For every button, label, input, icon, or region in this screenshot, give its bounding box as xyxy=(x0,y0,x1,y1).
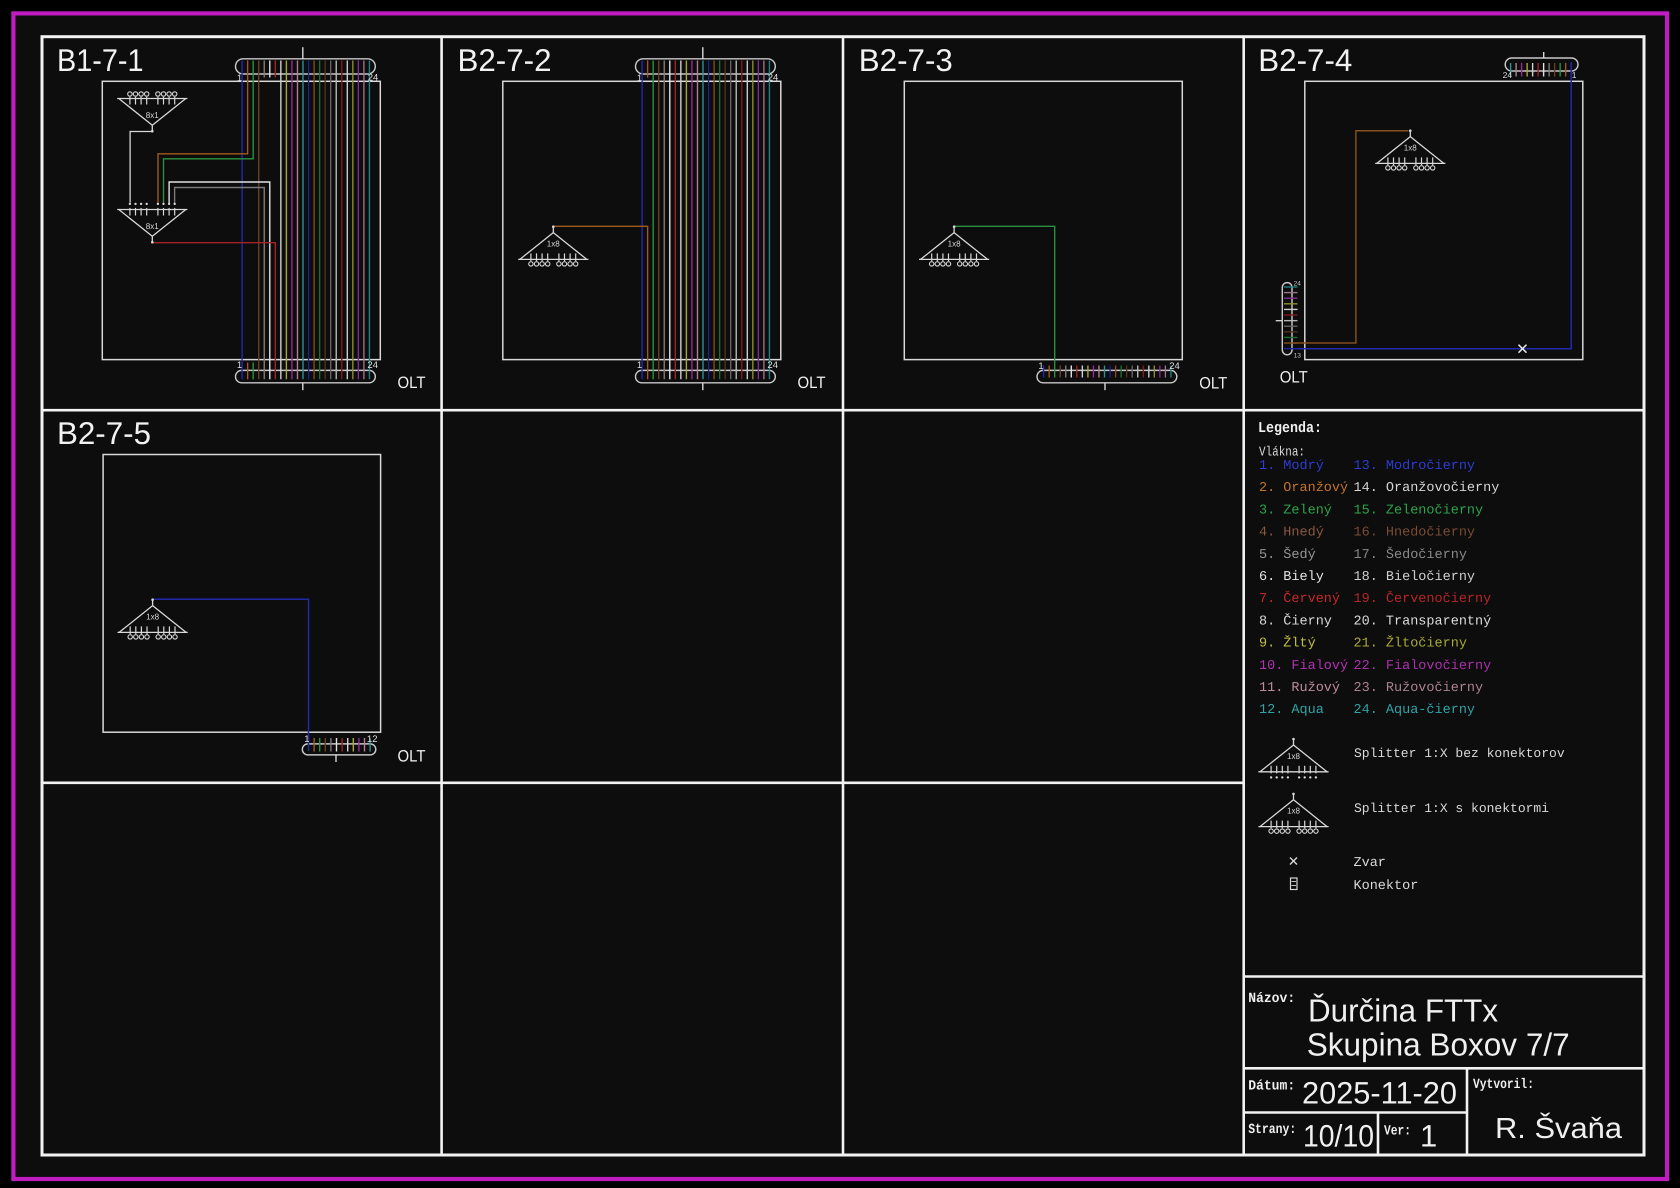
svg-text:24: 24 xyxy=(367,360,378,371)
svg-text:1: 1 xyxy=(1420,1119,1437,1154)
svg-text:Skupina Boxov 7/7: Skupina Boxov 7/7 xyxy=(1307,1027,1570,1063)
svg-text:Konektor: Konektor xyxy=(1354,879,1419,894)
svg-text:24: 24 xyxy=(1169,361,1180,372)
svg-text:Dátum:: Dátum: xyxy=(1248,1079,1295,1095)
svg-text:OLT: OLT xyxy=(1199,374,1227,392)
svg-text:1: 1 xyxy=(237,360,242,371)
svg-text:1x8: 1x8 xyxy=(146,611,159,621)
svg-text:Názov:: Názov: xyxy=(1248,991,1295,1007)
svg-text:3. Zelený: 3. Zelený xyxy=(1259,503,1332,518)
svg-text:Vytvoril:: Vytvoril: xyxy=(1473,1077,1534,1093)
svg-text:1: 1 xyxy=(637,73,642,84)
svg-text:B2-7-4: B2-7-4 xyxy=(1258,42,1352,78)
svg-text:24: 24 xyxy=(768,73,779,84)
svg-text:24. Aqua-čierny: 24. Aqua-čierny xyxy=(1354,703,1476,718)
svg-text:Splitter 1:X s konektormi: Splitter 1:X s konektormi xyxy=(1354,801,1549,816)
svg-text:10/10: 10/10 xyxy=(1303,1119,1374,1154)
svg-text:6. Biely: 6. Biely xyxy=(1259,570,1324,585)
svg-text:8x1: 8x1 xyxy=(146,221,159,231)
svg-text:1: 1 xyxy=(304,734,309,745)
svg-text:OLT: OLT xyxy=(398,374,426,392)
svg-text:1x8: 1x8 xyxy=(1404,142,1417,152)
svg-text:5. Šedý: 5. Šedý xyxy=(1259,546,1316,563)
svg-text:R. Švaňa: R. Švaňa xyxy=(1495,1112,1623,1145)
svg-text:1x8: 1x8 xyxy=(547,238,560,248)
svg-text:16. Hnedočierny: 16. Hnedočierny xyxy=(1354,526,1476,541)
svg-text:1x8: 1x8 xyxy=(1287,751,1300,761)
svg-text:OLT: OLT xyxy=(798,374,826,392)
svg-text:1: 1 xyxy=(1038,361,1043,372)
svg-text:12. Aqua: 12. Aqua xyxy=(1259,703,1324,718)
svg-text:OLT: OLT xyxy=(1280,369,1308,387)
svg-text:24: 24 xyxy=(767,360,778,371)
svg-text:19. Červenočierny: 19. Červenočierny xyxy=(1354,590,1492,607)
svg-text:B1-7-1: B1-7-1 xyxy=(57,42,144,78)
svg-text:22. Fialovočierny: 22. Fialovočierny xyxy=(1354,659,1492,674)
svg-text:Ver:: Ver: xyxy=(1384,1124,1411,1140)
svg-text:8. Čierny: 8. Čierny xyxy=(1259,612,1332,629)
svg-text:B2-7-5: B2-7-5 xyxy=(57,415,151,451)
svg-text:2. Oranžový: 2. Oranžový xyxy=(1259,481,1348,496)
svg-text:8x1: 8x1 xyxy=(146,110,159,120)
svg-text:24: 24 xyxy=(368,73,379,84)
svg-text:17. Šedočierny: 17. Šedočierny xyxy=(1354,546,1467,563)
svg-text:Ďurčina FTTx: Ďurčina FTTx xyxy=(1308,993,1498,1029)
svg-text:B2-7-2: B2-7-2 xyxy=(458,42,552,78)
svg-text:10. Fialový: 10. Fialový xyxy=(1259,659,1348,674)
svg-text:12: 12 xyxy=(367,734,378,745)
svg-text:1: 1 xyxy=(637,360,642,371)
svg-text:20. Transparentný: 20. Transparentný xyxy=(1354,614,1492,629)
svg-text:1x8: 1x8 xyxy=(1287,806,1300,816)
svg-text:21. Žltočierny: 21. Žltočierny xyxy=(1354,635,1467,652)
svg-text:15. Zelenočierny: 15. Zelenočierny xyxy=(1354,503,1484,518)
svg-text:14. Oranžovočierny: 14. Oranžovočierny xyxy=(1354,481,1500,496)
svg-text:Splitter 1:X bez konektorov: Splitter 1:X bez konektorov xyxy=(1354,746,1565,761)
svg-text:Zvar: Zvar xyxy=(1354,856,1386,871)
svg-text:11. Ružový: 11. Ružový xyxy=(1259,681,1340,696)
svg-text:Strany:: Strany: xyxy=(1248,1122,1296,1138)
svg-text:2025-11-20: 2025-11-20 xyxy=(1302,1076,1457,1111)
svg-text:24: 24 xyxy=(1503,70,1513,80)
svg-text:4. Hnedý: 4. Hnedý xyxy=(1259,526,1324,541)
svg-text:7. Červený: 7. Červený xyxy=(1259,590,1340,607)
svg-text:Legenda:: Legenda: xyxy=(1258,420,1322,437)
svg-text:13: 13 xyxy=(1294,353,1302,360)
svg-text:13. Modročierny: 13. Modročierny xyxy=(1354,459,1476,474)
svg-text:18. Bieločierny: 18. Bieločierny xyxy=(1354,570,1476,585)
svg-text:OLT: OLT xyxy=(398,748,426,766)
svg-text:9. Žltý: 9. Žltý xyxy=(1259,635,1316,652)
svg-text:23. Ružovočierny: 23. Ružovočierny xyxy=(1354,681,1484,696)
svg-text:1. Modrý: 1. Modrý xyxy=(1259,459,1324,474)
svg-text:24: 24 xyxy=(1294,281,1302,288)
svg-text:1x8: 1x8 xyxy=(948,238,961,248)
svg-text:1: 1 xyxy=(237,73,242,84)
svg-text:B2-7-3: B2-7-3 xyxy=(859,42,953,78)
svg-text:1: 1 xyxy=(1572,70,1577,80)
